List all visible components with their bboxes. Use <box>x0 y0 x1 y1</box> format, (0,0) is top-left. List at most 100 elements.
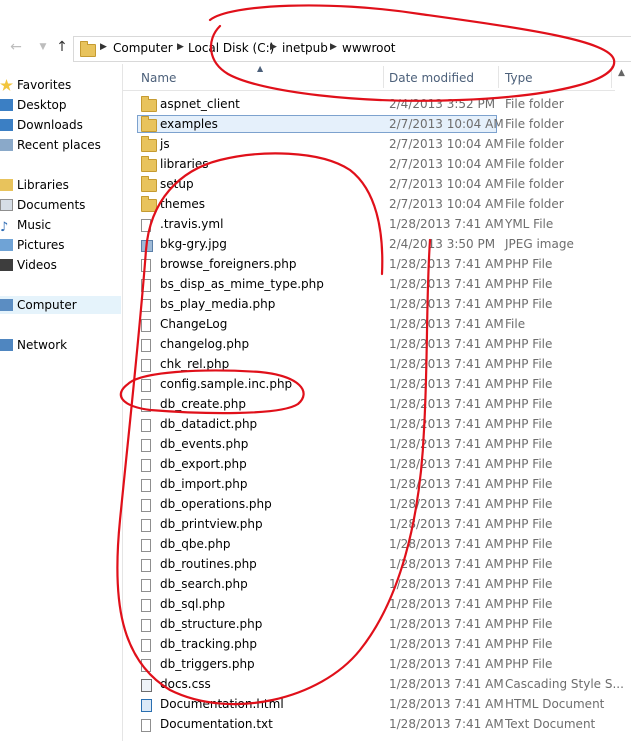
file-row[interactable]: db_printview.php 1/28/2013 7:41 AM PHP Fil… <box>123 514 623 534</box>
file-name: bs_play_media.php <box>160 297 276 311</box>
recent-locations-chevron-icon[interactable]: ▼ <box>35 39 51 55</box>
file-row[interactable]: themes 2/7/2013 10:04 AM File folder <box>123 194 623 214</box>
file-type: File folder <box>505 177 564 191</box>
nav-item-computer[interactable]: Computer <box>0 296 121 314</box>
file-icon <box>141 379 151 392</box>
back-arrow-icon[interactable]: ← <box>8 39 24 55</box>
nav-item-pictures[interactable]: Pictures <box>0 236 65 254</box>
breadcrumb-wwwroot[interactable]: wwwroot <box>342 41 396 55</box>
file-date-modified: 1/28/2013 7:41 AM <box>389 577 504 591</box>
file-type: PHP File <box>505 617 553 631</box>
file-row[interactable]: config.sample.inc.php 1/28/2013 7:41 AM PH… <box>123 374 623 394</box>
file-type: File folder <box>505 157 564 171</box>
file-date-modified: 1/28/2013 7:41 AM <box>389 457 504 471</box>
file-row[interactable]: aspnet_client 2/4/2013 3:52 PM File folder <box>123 94 623 114</box>
file-icon <box>141 399 151 412</box>
column-header-name[interactable]: Name <box>141 71 176 85</box>
desktop-icon <box>0 99 13 111</box>
file-name: db_create.php <box>160 397 246 411</box>
file-icon <box>141 639 151 652</box>
column-divider[interactable] <box>611 66 612 88</box>
file-row[interactable]: examples 2/7/2013 10:04 AM File folder <box>123 114 623 134</box>
file-row[interactable]: db_triggers.php 1/28/2013 7:41 AM PHP File <box>123 654 623 674</box>
file-row[interactable]: db_datadict.php 1/28/2013 7:41 AM PHP File <box>123 414 623 434</box>
file-row[interactable]: db_routines.php 1/28/2013 7:41 AM PHP File <box>123 554 623 574</box>
nav-item-music[interactable]: ♪ Music <box>0 216 51 234</box>
file-row[interactable]: db_search.php 1/28/2013 7:41 AM PHP File <box>123 574 623 594</box>
file-icon <box>141 439 151 452</box>
breadcrumb-computer[interactable]: Computer <box>113 41 173 55</box>
scroll-up-icon[interactable]: ▲ <box>618 68 625 78</box>
file-type: PHP File <box>505 357 553 371</box>
file-row[interactable]: db_create.php 1/28/2013 7:41 AM PHP File <box>123 394 623 414</box>
breadcrumb-inetpub[interactable]: inetpub <box>282 41 328 55</box>
file-name: themes <box>160 197 206 211</box>
folder-icon <box>141 136 157 152</box>
chevron-right-icon[interactable]: ▶ <box>270 42 277 52</box>
file-type: PHP File <box>505 337 553 351</box>
address-bar[interactable]: ▶ Computer ▶ Local Disk (C:) ▶ inetpub ▶… <box>73 36 631 62</box>
file-row[interactable]: db_sql.php 1/28/2013 7:41 AM PHP File <box>123 594 623 614</box>
file-row[interactable]: .travis.yml 1/28/2013 7:41 AM YML File <box>123 214 623 234</box>
nav-item-documents[interactable]: Documents <box>0 196 85 214</box>
file-row[interactable]: db_structure.php 1/28/2013 7:41 AM PHP Fil… <box>123 614 623 634</box>
downloads-icon <box>0 119 13 131</box>
file-row[interactable]: db_export.php 1/28/2013 7:41 AM PHP File <box>123 454 623 474</box>
file-date-modified: 1/28/2013 7:41 AM <box>389 377 504 391</box>
file-row[interactable]: bs_disp_as_mime_type.php 1/28/2013 7:41 A… <box>123 274 623 294</box>
file-icon <box>141 719 151 732</box>
nav-item-libraries[interactable]: Libraries <box>0 176 69 194</box>
file-date-modified: 1/28/2013 7:41 AM <box>389 517 504 531</box>
file-row[interactable]: bkg-gry.jpg 2/4/2013 3:50 PM JPEG image <box>123 234 623 254</box>
nav-item-desktop[interactable]: Desktop <box>0 96 67 114</box>
file-row[interactable]: db_tracking.php 1/28/2013 7:41 AM PHP File <box>123 634 623 654</box>
nav-item-videos[interactable]: Videos <box>0 256 57 274</box>
folder-icon <box>141 196 157 212</box>
file-row[interactable]: libraries 2/7/2013 10:04 AM File folder <box>123 154 623 174</box>
file-date-modified: 1/28/2013 7:41 AM <box>389 337 504 351</box>
libraries-icon <box>0 179 13 191</box>
nav-item-favorites[interactable]: Favorites <box>0 76 71 94</box>
file-row[interactable]: db_import.php 1/28/2013 7:41 AM PHP File <box>123 474 623 494</box>
nav-item-downloads[interactable]: Downloads <box>0 116 83 134</box>
nav-item-network[interactable]: Network <box>0 336 67 354</box>
file-date-modified: 1/28/2013 7:41 AM <box>389 417 504 431</box>
file-row[interactable]: chk_rel.php 1/28/2013 7:41 AM PHP File <box>123 354 623 374</box>
column-header-date-modified[interactable]: Date modified <box>389 71 474 85</box>
file-row[interactable]: db_operations.php 1/28/2013 7:41 AM PHP Fi… <box>123 494 623 514</box>
file-name: ChangeLog <box>160 317 228 331</box>
file-row[interactable]: db_events.php 1/28/2013 7:41 AM PHP File <box>123 434 623 454</box>
file-row[interactable]: db_qbe.php 1/28/2013 7:41 AM PHP File <box>123 534 623 554</box>
file-name: db_structure.php <box>160 617 263 631</box>
file-row[interactable]: bs_play_media.php 1/28/2013 7:41 AM PHP Fi… <box>123 294 623 314</box>
file-icon <box>141 459 151 472</box>
file-type: PHP File <box>505 397 553 411</box>
file-type: PHP File <box>505 377 553 391</box>
file-row[interactable]: ChangeLog 1/28/2013 7:41 AM File <box>123 314 623 334</box>
file-row[interactable]: Documentation.txt 1/28/2013 7:41 AM Text D… <box>123 714 623 734</box>
file-name: docs.css <box>160 677 211 691</box>
file-row[interactable]: js 2/7/2013 10:04 AM File folder <box>123 134 623 154</box>
file-row[interactable]: docs.css 1/28/2013 7:41 AM Cascading Style… <box>123 674 624 694</box>
file-row[interactable]: Documentation.html 1/28/2013 7:41 AM HTML … <box>123 694 623 714</box>
nav-item-recent-places[interactable]: Recent places <box>0 136 101 154</box>
file-type: PHP File <box>505 257 553 271</box>
up-arrow-icon[interactable]: ↑ <box>54 39 70 55</box>
file-date-modified: 2/4/2013 3:52 PM <box>389 97 496 111</box>
nav-label: Pictures <box>17 238 65 252</box>
file-row[interactable]: changelog.php 1/28/2013 7:41 AM PHP File <box>123 334 623 354</box>
file-date-modified: 1/28/2013 7:41 AM <box>389 257 504 271</box>
breadcrumb-local-disk[interactable]: Local Disk (C:) <box>188 41 274 55</box>
chevron-right-icon[interactable]: ▶ <box>330 42 337 52</box>
file-icon <box>141 479 151 492</box>
file-date-modified: 1/28/2013 7:41 AM <box>389 597 504 611</box>
nav-label: Music <box>17 218 52 232</box>
column-divider[interactable] <box>498 66 499 88</box>
file-row[interactable]: browse_foreigners.php 1/28/2013 7:41 AM PH… <box>123 254 623 274</box>
chevron-right-icon[interactable]: ▶ <box>177 42 184 52</box>
chevron-right-icon[interactable]: ▶ <box>100 42 107 52</box>
file-type: PHP File <box>505 277 553 291</box>
column-divider[interactable] <box>383 66 384 88</box>
column-header-type[interactable]: Type <box>505 71 533 85</box>
file-row[interactable]: setup 2/7/2013 10:04 AM File folder <box>123 174 623 194</box>
